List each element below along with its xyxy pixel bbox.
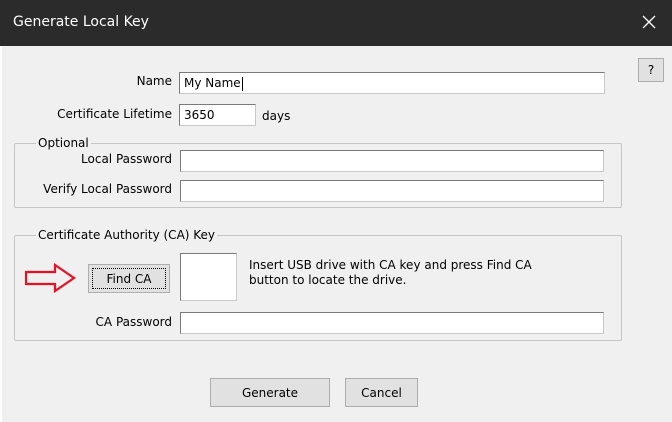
- verify-local-password-input[interactable]: [180, 180, 604, 202]
- close-button[interactable]: [626, 0, 672, 46]
- verify-local-password-label: Verify Local Password: [43, 182, 172, 196]
- ca-instruction-line2: button to locate the drive.: [249, 273, 407, 287]
- certificate-lifetime-input[interactable]: 3650: [179, 104, 256, 126]
- dialog-left-edge: [0, 46, 2, 422]
- local-password-input[interactable]: [180, 150, 604, 172]
- generate-label: Generate: [241, 385, 299, 400]
- help-icon: ?: [647, 63, 655, 77]
- cancel-label: Cancel: [361, 385, 402, 400]
- ca-instruction-line1: Insert USB drive with CA key and press F…: [249, 258, 532, 272]
- cancel-button[interactable]: Cancel: [345, 378, 418, 407]
- certificate-lifetime-label: Certificate Lifetime: [57, 107, 172, 121]
- ca-password-label: CA Password: [95, 315, 172, 329]
- ca-password-input[interactable]: [180, 312, 604, 334]
- find-ca-button[interactable]: Find CA: [88, 264, 170, 293]
- optional-group-title: Optional: [36, 135, 91, 151]
- close-icon: [641, 14, 657, 33]
- name-input-value: My Name: [184, 76, 241, 90]
- name-label: Name: [136, 74, 172, 88]
- local-password-label: Local Password: [81, 152, 172, 166]
- certificate-lifetime-value: 3650: [184, 108, 215, 122]
- text-caret: [241, 76, 243, 91]
- red-arrow-icon: [22, 262, 80, 294]
- help-button[interactable]: ?: [638, 58, 664, 82]
- title-bar: Generate Local Key: [0, 0, 672, 46]
- lifetime-unit-label: days: [262, 109, 291, 123]
- generate-local-key-dialog: Generate Local Key Name My Name ? Certif…: [0, 0, 672, 422]
- ca-drive-display: [180, 253, 237, 301]
- name-input[interactable]: My Name: [179, 72, 605, 94]
- ca-key-group-title: Certificate Authority (CA) Key: [36, 227, 218, 243]
- find-ca-label: Find CA: [106, 271, 152, 286]
- generate-button[interactable]: Generate: [210, 378, 330, 407]
- dialog-title: Generate Local Key: [13, 14, 149, 30]
